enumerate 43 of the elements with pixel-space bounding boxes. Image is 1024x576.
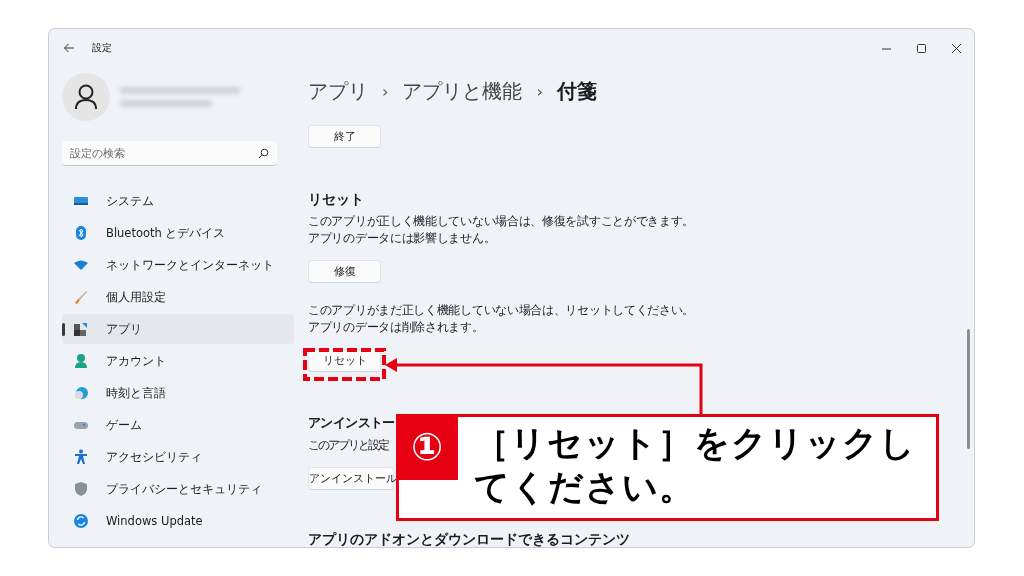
callout-text: ［リセット］をクリックしてください。	[474, 422, 917, 509]
description-text: このアプリが正しく機能していない場合は、修復を試すことができます。アプリのデータには影響しません。	[308, 213, 696, 247]
breadcrumb-separator: ›	[536, 81, 543, 101]
back-arrow-icon[interactable]	[63, 42, 75, 54]
selection-indicator	[62, 323, 65, 336]
section-heading: アンインストー	[308, 414, 396, 432]
breadcrumb-item[interactable]: アプリ	[308, 77, 368, 105]
bluetooth-icon	[73, 225, 89, 241]
sidebar-item[interactable]: Windows Update	[62, 506, 294, 536]
action-button[interactable]: 修復	[308, 260, 381, 283]
sidebar-item[interactable]: Bluetooth とデバイス	[62, 218, 294, 248]
search-field[interactable]: 設定の検索	[68, 145, 258, 161]
sidebar-item[interactable]: アプリ	[62, 314, 294, 344]
accessibility-icon	[73, 449, 89, 465]
sidebar-item[interactable]: 時刻と言語	[62, 378, 294, 408]
sidebar-item[interactable]: アカウント	[62, 346, 294, 376]
update-icon	[73, 513, 89, 529]
avatar	[62, 73, 110, 121]
action-button[interactable]: 終了	[308, 125, 381, 148]
window-title: 設定	[92, 41, 112, 55]
sidebar-item[interactable]: プライバシーとセキュリティ	[62, 474, 294, 504]
close-icon[interactable]	[951, 42, 962, 54]
sidebar-item[interactable]: ゲーム	[62, 410, 294, 440]
sidebar-item[interactable]: ネットワークとインターネット	[62, 250, 294, 280]
brush-icon	[73, 289, 89, 305]
person-icon	[73, 353, 89, 369]
breadcrumb-separator: ›	[382, 81, 389, 101]
sidebar-item[interactable]: アクセシビリティ	[62, 442, 294, 472]
description-text: このアプリと設定	[308, 437, 388, 454]
breadcrumb-item: 付箋	[556, 77, 597, 105]
search-box[interactable]: 設定の検索	[62, 141, 277, 166]
section-heading: アプリのアドオンとダウンロードできるコンテンツ	[308, 530, 631, 547]
section-heading: リセット	[308, 190, 365, 208]
breadcrumb-item[interactable]: アプリと機能	[402, 77, 523, 105]
sidebar-item[interactable]: 個人用設定	[62, 282, 294, 312]
maximize-icon[interactable]	[916, 42, 927, 54]
shield-icon	[73, 481, 89, 497]
apps-icon	[73, 321, 89, 337]
sidebar-item[interactable]: システム	[62, 186, 294, 216]
scroll-bar[interactable]	[967, 329, 970, 449]
step-number: ①	[396, 414, 458, 480]
search-icon	[258, 147, 269, 159]
description-text: このアプリがまだ正しく機能していない場合は、リセットしてください。アプリのデータは削除されます。	[308, 302, 696, 336]
